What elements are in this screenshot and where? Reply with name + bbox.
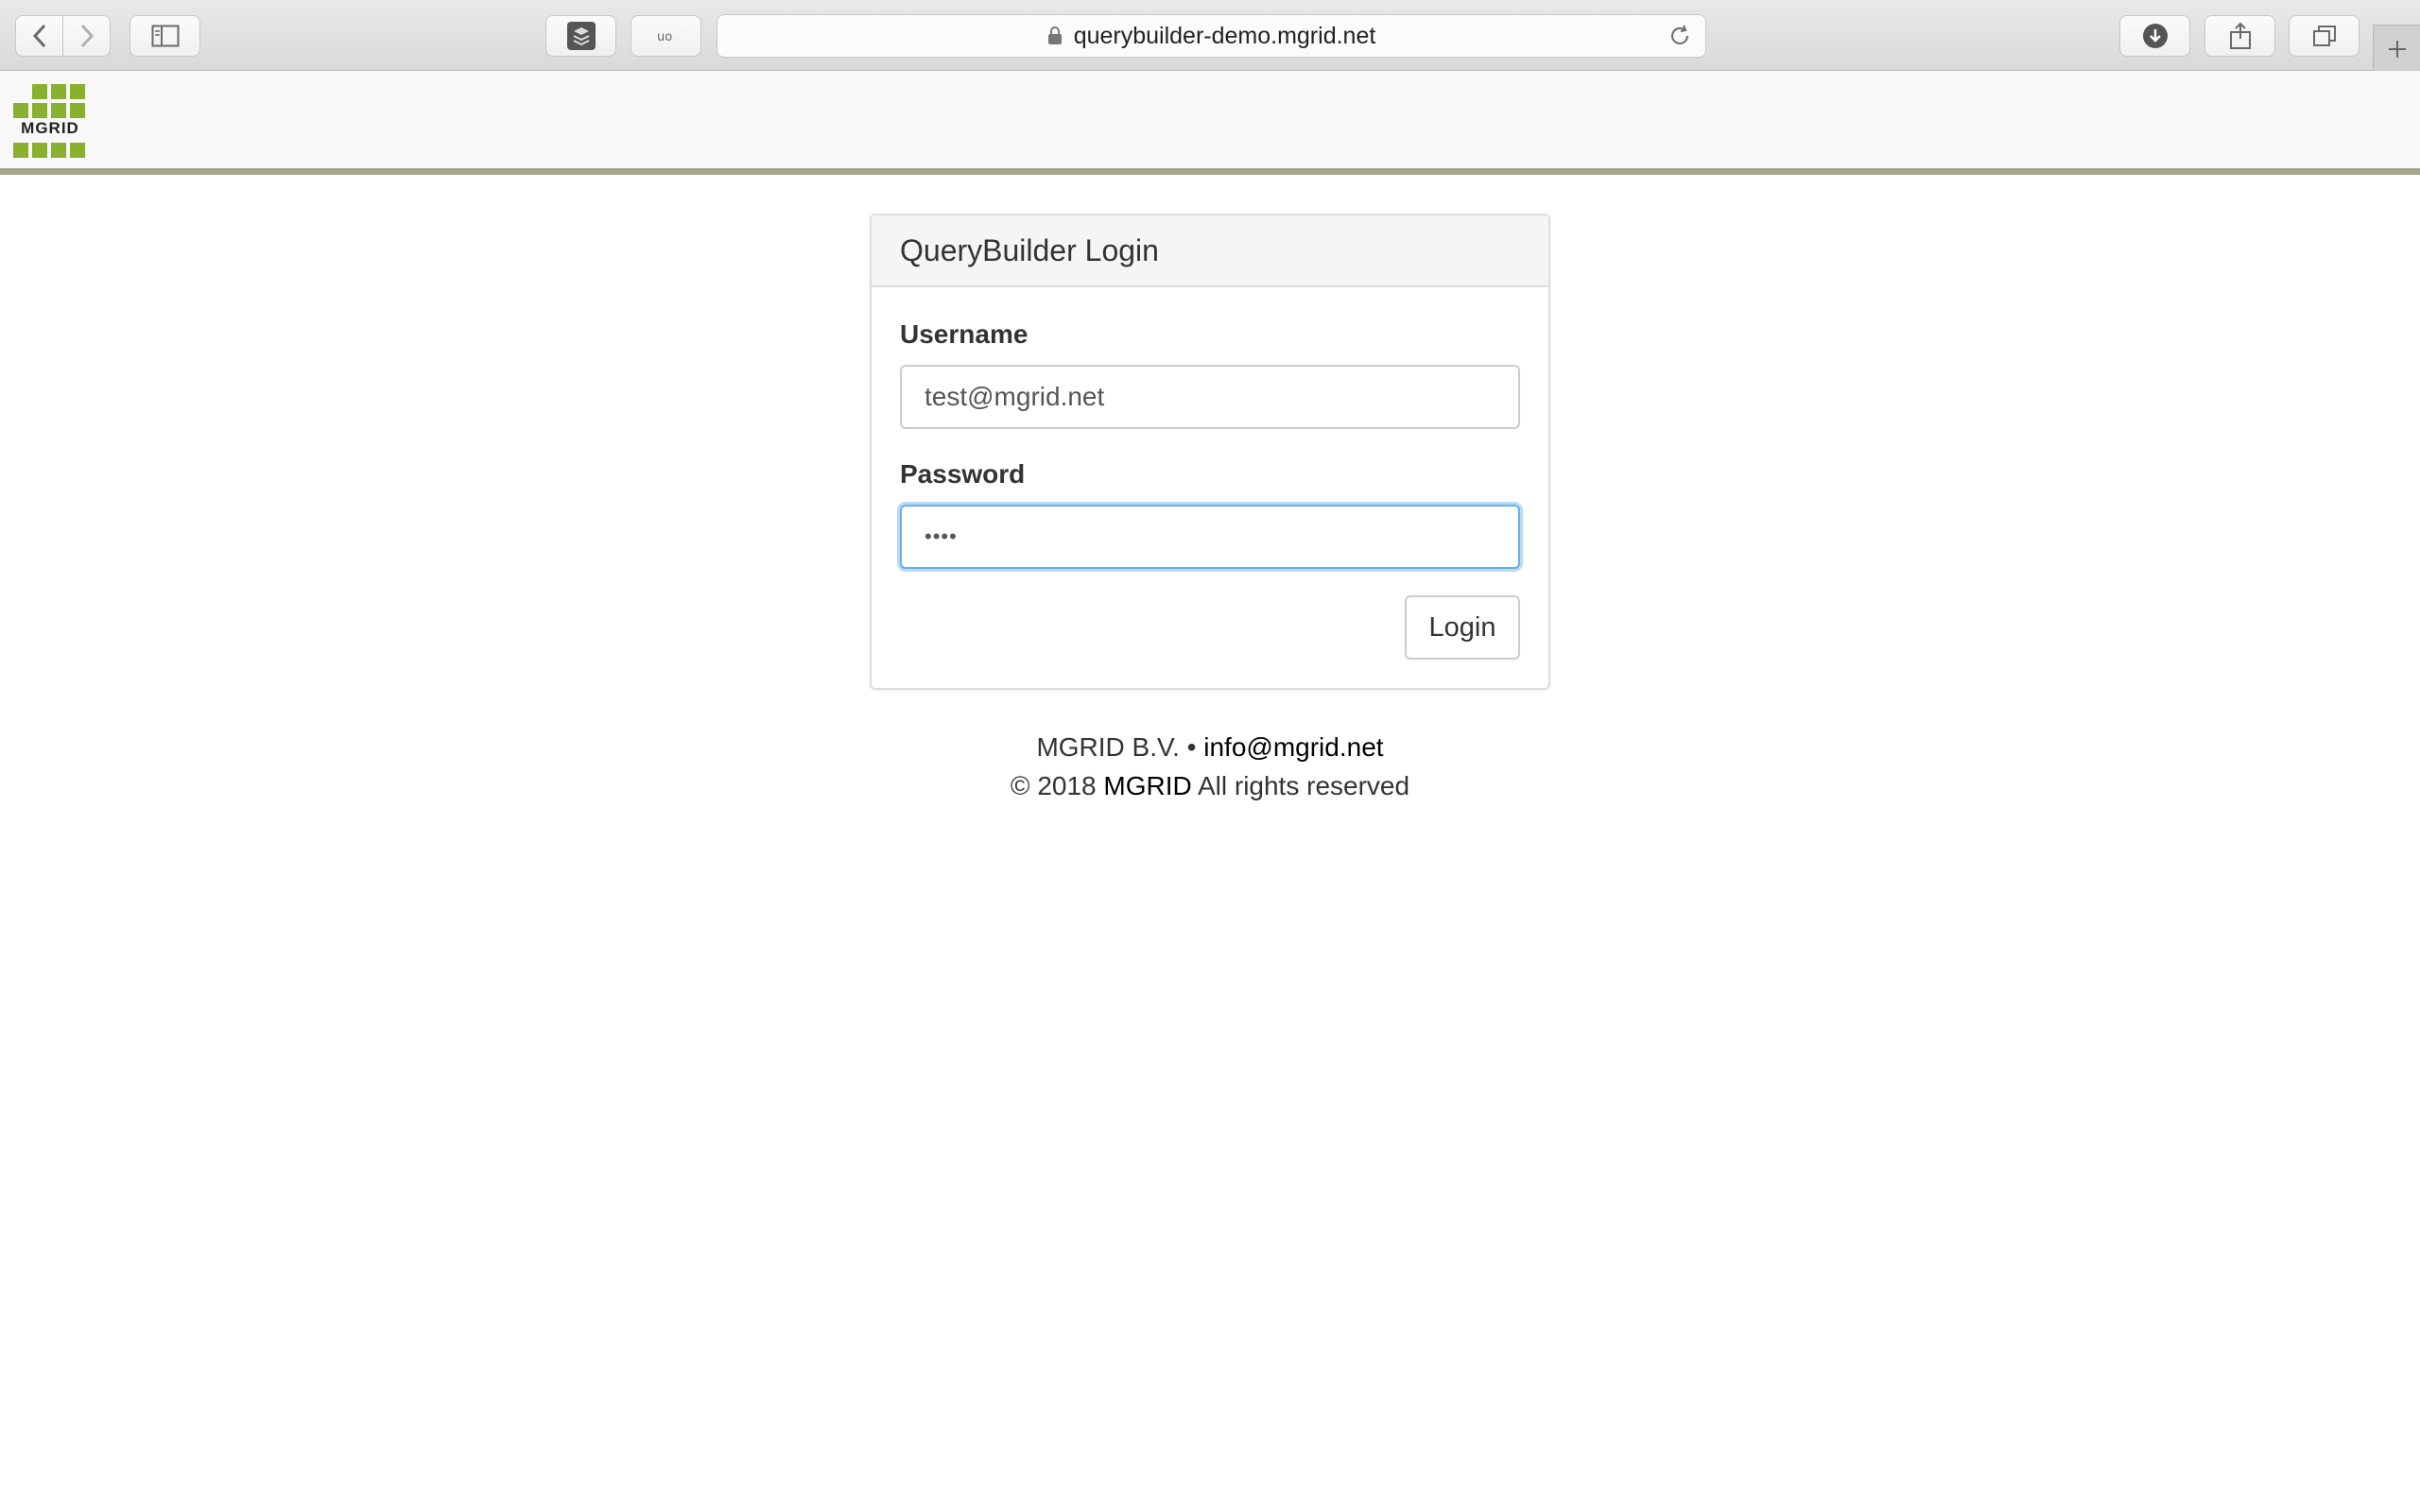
browser-toolbar: uo querybuilder-demo.mgrid.net <box>0 0 2420 72</box>
site-header: MGRID <box>0 71 2420 175</box>
footer-brand-link[interactable]: MGRID <box>1103 771 1191 800</box>
footer-line-2: © 2018 MGRID All rights reserved <box>0 766 2420 805</box>
nav-buttons <box>15 15 111 57</box>
url-text: querybuilder-demo.mgrid.net <box>1073 22 1376 49</box>
password-mask: •••• <box>925 524 958 548</box>
password-input[interactable]: •••• <box>900 505 1520 569</box>
ublock-button[interactable]: uo <box>631 15 701 57</box>
plus-icon <box>2388 40 2406 58</box>
logo-text: MGRID <box>13 120 87 137</box>
new-tab-button[interactable] <box>2373 25 2420 72</box>
footer-company: MGRID B.V. <box>1036 732 1180 762</box>
panel-title: QueryBuilder Login <box>872 215 1548 287</box>
forward-button[interactable] <box>62 16 110 56</box>
footer-separator: • <box>1186 732 1197 762</box>
mgrid-logo[interactable]: MGRID <box>13 84 87 160</box>
downloads-button[interactable] <box>2119 15 2190 57</box>
sidebar-icon <box>151 25 179 47</box>
extension-button[interactable] <box>545 15 616 57</box>
stack-icon <box>566 22 596 50</box>
logo-grid <box>13 84 87 118</box>
share-icon <box>2229 22 2251 49</box>
sidebar-button[interactable] <box>130 15 200 57</box>
password-label: Password <box>900 459 1026 489</box>
login-button[interactable]: Login <box>1405 595 1520 660</box>
ublock-icon: uo <box>657 30 672 43</box>
download-icon <box>2142 24 2168 48</box>
login-panel: QueryBuilder Login Username Password •••… <box>870 214 1550 690</box>
share-button[interactable] <box>2204 15 2275 57</box>
svg-text:uo: uo <box>657 30 672 43</box>
chevron-left-icon <box>32 24 45 48</box>
footer-copyright-prefix: © 2018 <box>1010 771 1097 800</box>
address-bar[interactable]: querybuilder-demo.mgrid.net <box>717 14 1706 58</box>
tabs-overview-button[interactable] <box>2289 15 2360 57</box>
footer-email-link[interactable]: info@mgrid.net <box>1203 732 1383 762</box>
tabs-icon <box>2312 26 2336 46</box>
username-input[interactable] <box>900 365 1520 429</box>
lock-icon <box>1047 26 1062 44</box>
chevron-right-icon <box>80 24 94 48</box>
logo-bottom-row <box>13 143 85 158</box>
footer: MGRID B.V. • info@mgrid.net © 2018 MGRID… <box>0 728 2420 805</box>
username-label: Username <box>900 319 1028 349</box>
footer-copyright-suffix: All rights reserved <box>1197 771 1410 800</box>
reload-icon[interactable] <box>1668 24 1692 48</box>
footer-line-1: MGRID B.V. • info@mgrid.net <box>0 728 2420 766</box>
back-button[interactable] <box>16 16 62 56</box>
